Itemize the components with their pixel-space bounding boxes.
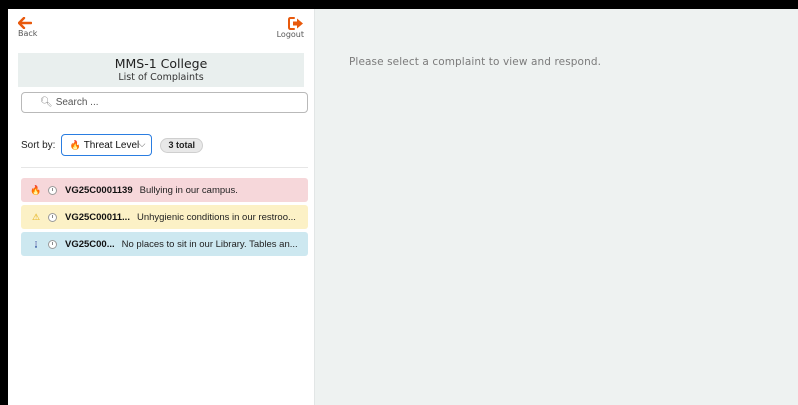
top-bar: Back Logout <box>8 9 314 53</box>
logout-icon <box>288 17 303 30</box>
complaint-code: VG25C00... <box>65 238 115 250</box>
info-icon: i <box>35 241 37 248</box>
complaint-description: Bullying in our campus. <box>139 184 238 196</box>
logout-button[interactable]: Logout <box>277 17 304 39</box>
search-wrapper: 🔍︎ <box>21 92 308 113</box>
complaint-code: VG25C00011... <box>65 211 130 223</box>
search-box[interactable]: 🔍︎ <box>21 92 308 113</box>
clock-icon <box>48 212 57 222</box>
complaint-description: No places to sit in our Library. Tables … <box>121 238 298 250</box>
total-count-badge: 3 total <box>160 137 203 153</box>
logout-label: Logout <box>276 30 304 39</box>
list-subtitle: List of Complaints <box>118 72 204 83</box>
complaints-sidebar: Back Logout MMS-1 College List of Compla… <box>8 9 315 405</box>
complaint-description: Unhygienic conditions in our restroo... <box>136 211 296 223</box>
search-icon: 🔍︎ <box>40 97 53 108</box>
complaint-item[interactable]: 🔥 VG25C0001139 Bullying in our campus. <box>21 178 308 202</box>
search-input[interactable] <box>55 97 276 108</box>
complaint-detail-panel: Please select a complaint to view and re… <box>315 9 798 405</box>
sort-row: Sort by: 🔥 Threat Level ⌵ 3 total <box>8 134 314 156</box>
back-label: Back <box>18 29 38 38</box>
empty-state-message: Please select a complaint to view and re… <box>349 56 602 68</box>
chevron-down-icon: ⌵ <box>138 140 146 150</box>
fire-icon: 🔥 <box>69 139 81 150</box>
fire-icon: 🔥 <box>30 184 42 195</box>
complaint-list: 🔥 VG25C0001139 Bullying in our campus. ⚠… <box>8 178 314 256</box>
back-button[interactable]: Back <box>18 17 37 38</box>
divider <box>21 167 308 168</box>
sort-select[interactable]: 🔥 Threat Level ⌵ <box>61 134 153 156</box>
app-frame: Back Logout MMS-1 College List of Compla… <box>8 9 798 405</box>
clock-icon <box>48 185 57 195</box>
complaint-item[interactable]: ⚠ VG25C00011... Unhygienic conditions in… <box>21 205 308 229</box>
sort-label: Sort by: <box>21 139 56 151</box>
complaint-code: VG25C0001139 <box>65 184 133 196</box>
clock-icon <box>48 239 57 249</box>
college-header: MMS-1 College List of Complaints <box>18 53 304 87</box>
complaint-item[interactable]: i VG25C00... No places to sit in our Lib… <box>21 232 308 256</box>
college-title: MMS-1 College <box>114 56 208 71</box>
arrow-left-icon <box>18 17 32 29</box>
warning-icon: ⚠ <box>31 211 41 222</box>
sort-selected-value: Threat Level <box>83 139 140 151</box>
